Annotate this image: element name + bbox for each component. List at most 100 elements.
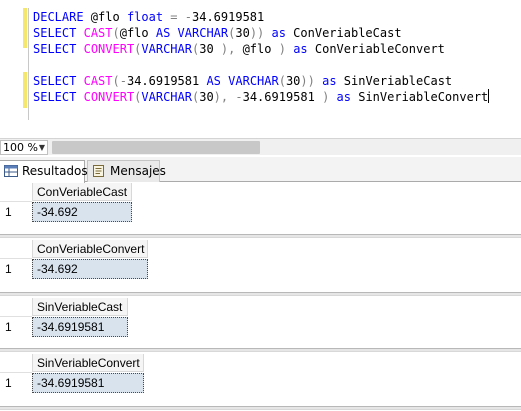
code-token: CONVERT <box>83 42 135 56</box>
code-token: ConVeriableCast <box>285 26 402 40</box>
column-header[interactable]: ConVeriableConvert <box>32 240 148 258</box>
code-token: - <box>184 10 192 24</box>
grid-icon <box>4 165 18 177</box>
code-token: VARCHAR <box>141 42 192 56</box>
row-number[interactable]: 1 <box>5 375 12 391</box>
change-indicator <box>23 8 27 48</box>
results-tab-bar: Resultados Mensajes <box>0 157 521 183</box>
column-header[interactable]: SinVeriableConvert <box>32 354 144 372</box>
editor-status-bar: 100 % ▼ <box>0 138 521 155</box>
code-line[interactable]: SELECT CONVERT(VARCHAR(30 ), @flo ) as C… <box>33 41 489 57</box>
row-divider <box>0 258 32 259</box>
code-line[interactable]: SELECT CONVERT(VARCHAR(30), -34.6919581 … <box>33 89 490 105</box>
code-token: 34.6919581 <box>242 90 323 104</box>
code-token: VARCHAR <box>141 90 192 104</box>
code-token: ), <box>213 42 236 56</box>
grid-separator <box>0 292 521 296</box>
code-token: = <box>170 10 178 24</box>
code-token: CAST <box>83 26 113 40</box>
code-token: ), <box>213 90 229 104</box>
code-token: SELECT <box>33 74 77 88</box>
code-token: SELECT <box>33 42 77 56</box>
code-line[interactable]: SELECT CAST(-34.6919581 AS VARCHAR(30)) … <box>33 73 489 89</box>
code-token: SinVeriableConvert <box>351 90 489 104</box>
code-line[interactable] <box>33 57 489 73</box>
code-token: ConVeriableConvert <box>307 42 445 56</box>
code-token: @flo <box>235 42 279 56</box>
code-token: VARCHAR <box>177 26 229 40</box>
code-token: as <box>271 26 286 40</box>
change-indicator <box>23 72 27 108</box>
code-token: AS <box>155 26 171 40</box>
chevron-down-icon[interactable]: ▼ <box>39 141 45 154</box>
code-token: 30 <box>199 90 214 104</box>
row-divider <box>0 316 32 317</box>
zoom-value: 100 % <box>3 141 38 154</box>
code-token: ( <box>112 74 120 88</box>
code-token: as <box>293 42 308 56</box>
editor-margin <box>0 0 22 136</box>
tab-results-label: Resultados <box>22 164 88 178</box>
column-header[interactable]: ConVeriableCast <box>32 183 132 201</box>
result-grid-3[interactable]: SinVeriableCast 1 -34.6919581 <box>0 298 521 352</box>
grid-separator <box>0 406 521 410</box>
code-token: ) <box>278 42 286 56</box>
row-number[interactable]: 1 <box>5 261 12 277</box>
code-token: SELECT <box>33 26 77 40</box>
grid-separator <box>0 234 521 238</box>
row-number[interactable]: 1 <box>5 204 12 220</box>
code-line[interactable]: SELECT CAST(@flo AS VARCHAR(30)) as ConV… <box>33 25 489 41</box>
result-cell[interactable]: -34.692 <box>32 259 148 279</box>
outline-line <box>28 8 29 120</box>
code-token: AS <box>206 74 221 88</box>
result-grid-2[interactable]: ConVeriableConvert 1 -34.692 <box>0 240 521 296</box>
horizontal-scrollbar-thumb[interactable] <box>52 141 260 154</box>
code-token: 34.6919581 <box>192 10 265 24</box>
code-token: - <box>235 90 243 104</box>
code-token: @flo <box>83 10 127 24</box>
code-line[interactable]: DECLARE @flo float = -34.6919581 <box>33 9 489 25</box>
result-cell[interactable]: -34.6919581 <box>32 317 128 337</box>
grid-separator <box>0 348 521 352</box>
result-grid-1[interactable]: ConVeriableCast 1 -34.692 <box>0 183 521 238</box>
code-token: )) <box>300 74 315 88</box>
tab-messages-label: Mensajes <box>110 164 166 178</box>
row-number[interactable]: 1 <box>5 319 12 335</box>
code-token: VARCHAR <box>228 74 279 88</box>
code-token: 34.6919581 <box>126 74 207 88</box>
code-token: float <box>126 10 164 24</box>
text-cursor <box>488 89 490 103</box>
code-token: 30 <box>235 26 250 40</box>
code-token: - <box>119 74 127 88</box>
column-header[interactable]: SinVeriableCast <box>32 298 128 316</box>
code-token: CONVERT <box>83 90 135 104</box>
row-divider <box>0 372 32 373</box>
row-divider <box>0 201 32 202</box>
code-token: DECLARE <box>33 10 84 24</box>
zoom-dropdown[interactable]: 100 % ▼ <box>0 140 48 155</box>
result-grid-4[interactable]: SinVeriableConvert 1 -34.6919581 <box>0 354 521 411</box>
tab-results[interactable]: Resultados <box>0 160 88 183</box>
messages-icon <box>93 165 104 177</box>
code-token: CAST <box>83 74 113 88</box>
code-token: 30 <box>199 42 214 56</box>
tab-messages[interactable]: Mensajes <box>87 160 166 182</box>
code-token: ( <box>112 26 120 40</box>
result-cell[interactable]: -34.6919581 <box>32 373 144 393</box>
code-token: SinVeriableCast <box>336 74 453 88</box>
code-token: ( <box>278 74 286 88</box>
result-cell[interactable]: -34.692 <box>32 202 132 222</box>
code-token: SELECT <box>33 90 77 104</box>
sql-code[interactable]: DECLARE @flo float = -34.6919581 SELECT C… <box>33 9 490 105</box>
code-token: 30 <box>285 74 301 88</box>
query-editor[interactable]: DECLARE @flo float = -34.6919581 SELECT C… <box>0 0 521 136</box>
